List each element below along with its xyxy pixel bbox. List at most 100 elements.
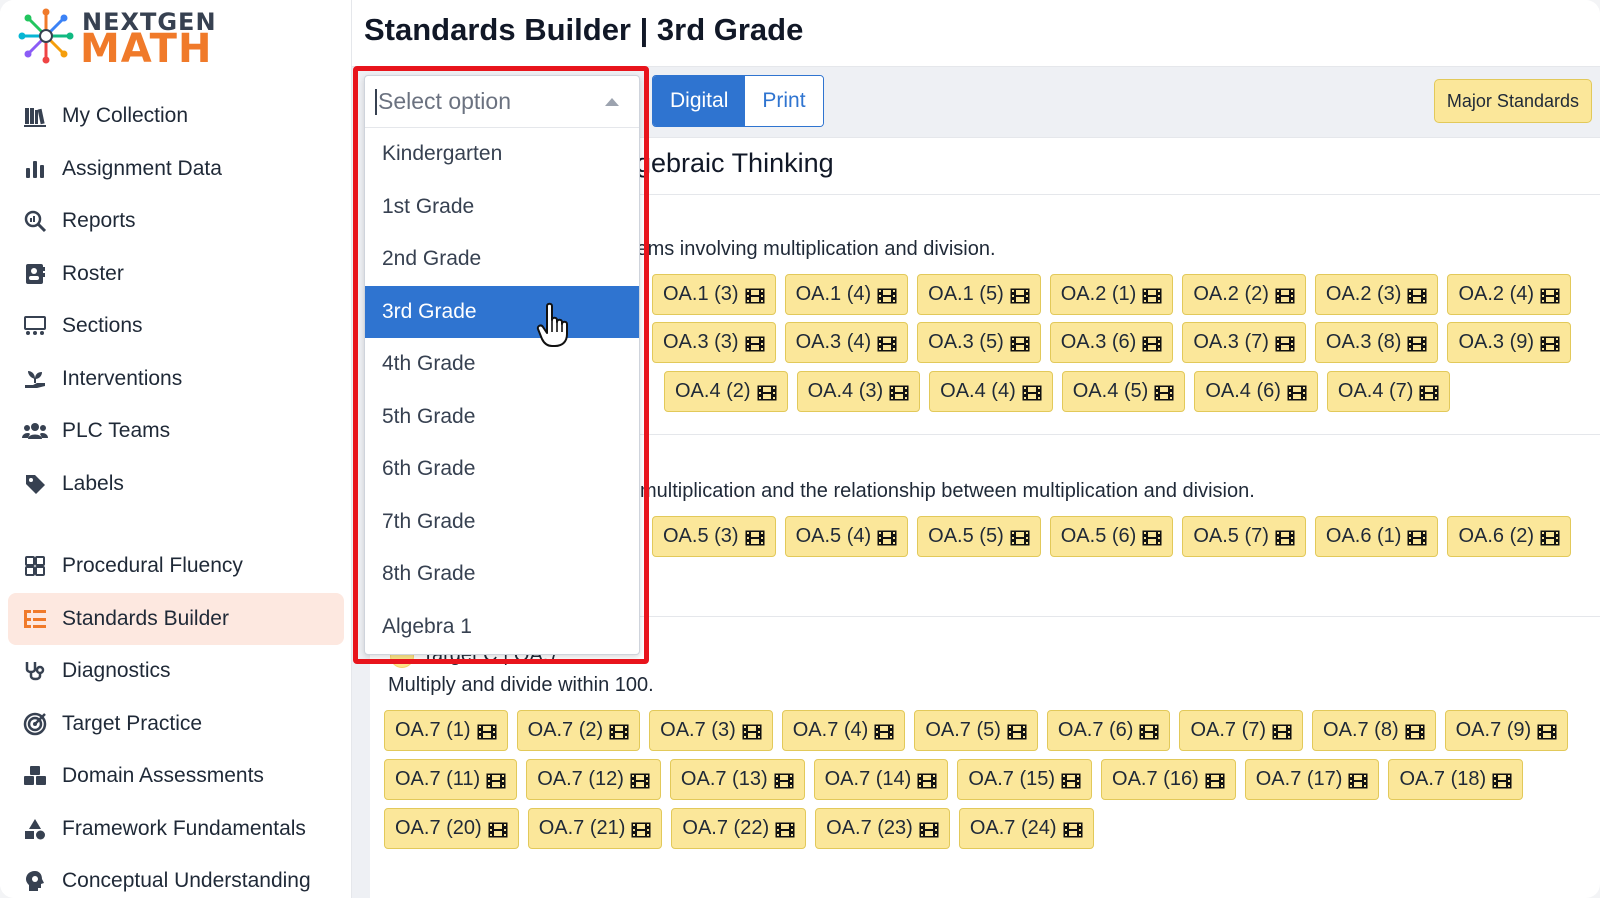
standard-chip[interactable]: OA.7 (22) [671,808,807,849]
sidebar-item-label: Diagnostics [62,659,171,683]
sidebar-item-conceptual-understanding[interactable]: Conceptual Understanding [8,855,344,898]
sidebar-item-standards-builder[interactable]: Standards Builder [8,592,344,645]
chip-row-2: OA.3 (3) OA.3 (4) OA.3 (5) OA.3 (6) OA.3 (7)… [652,322,1572,363]
standard-chip[interactable]: OA.2 (3) [1314,274,1439,315]
film-icon [1010,287,1030,303]
standard-chip[interactable]: OA.4 (6) [1194,371,1318,412]
sidebar-item-my-collection[interactable]: My Collection [8,90,344,143]
film-icon [1010,529,1030,545]
film-icon [477,723,497,739]
major-standards-button[interactable]: Major Standards [1433,79,1592,123]
sidebar-item-label: Standards Builder [62,606,229,630]
film-icon [1275,335,1295,351]
standard-chip[interactable]: OA.7 (2) [516,710,641,751]
film-icon [1540,287,1560,303]
standard-chip-label: OA.7 (13) [680,768,768,790]
sidebar-item-framework-fundamentals[interactable]: Framework Fundamentals [8,803,344,856]
standard-chip-label: OA.3 (5) [928,331,1004,353]
print-toggle-button[interactable]: Print [745,76,823,126]
logo[interactable]: NEXTGEN MATH [18,6,218,72]
standard-chip[interactable]: OA.6 (2) [1447,516,1572,557]
sidebar-item-interventions[interactable]: Interventions [8,353,344,406]
standard-chip[interactable]: OA.7 (13) [669,759,805,800]
film-icon [889,384,909,400]
standard-chip[interactable]: OA.7 (11) [384,759,518,800]
standard-chip[interactable]: OA.7 (4) [781,710,906,751]
sidebar-item-label: Roster [62,261,124,285]
standard-chip[interactable]: OA.3 (7) [1182,322,1306,363]
film-icon [1272,723,1292,739]
film-icon [1407,287,1427,303]
standard-chip[interactable]: OA.4 (2) [664,371,788,412]
standard-chip-label: OA.4 (5) [1072,380,1149,402]
standard-chip[interactable]: OA.5 (4) [784,516,909,557]
standard-chip[interactable]: OA.1 (5) [917,274,1041,315]
standard-chip[interactable]: OA.7 (1) [384,710,508,751]
standard-chip-label: OA.7 (22) [682,817,770,839]
sidebar-item-sections[interactable]: Sections [8,300,344,353]
sidebar-item-diagnostics[interactable]: Diagnostics [8,645,344,698]
standard-chip-label: OA.6 (2) [1458,525,1535,547]
sidebar-item-label: Conceptual Understanding [62,869,311,893]
film-icon [1061,772,1081,788]
standard-chip[interactable]: OA.3 (9) [1447,322,1572,363]
standard-chip[interactable]: OA.7 (9) [1444,710,1569,751]
film-icon [609,723,629,739]
standard-chip[interactable]: OA.1 (4) [784,274,909,315]
standard-chip[interactable]: OA.3 (6) [1049,322,1174,363]
sidebar-item-procedural-fluency[interactable]: Procedural Fluency [8,540,344,593]
standard-chip[interactable]: OA.7 (15) [957,759,1093,800]
standard-chip[interactable]: OA.4 (4) [929,371,1053,412]
sidebar-item-target-practice[interactable]: Target Practice [8,698,344,751]
standard-chip[interactable]: OA.3 (8) [1314,322,1439,363]
sidebar-item-domain-assessments[interactable]: Domain Assessments [8,750,344,803]
sections-icon [22,313,48,339]
standard-chip[interactable]: OA.7 (23) [815,808,950,849]
standard-chip[interactable]: OA.3 (5) [917,322,1041,363]
sidebar-item-roster[interactable]: Roster [8,248,344,301]
standard-chip[interactable]: OA.4 (5) [1061,371,1186,412]
standard-chip-label: OA.4 (7) [1337,380,1414,402]
standard-chip-label: OA.5 (4) [795,525,872,547]
sidebar: NEXTGEN MATH My Collection Assignment Da… [0,0,352,898]
standard-chip[interactable]: OA.2 (1) [1049,274,1174,315]
standard-chip-label: OA.7 (24) [969,817,1057,839]
sidebar-item-assignment-data[interactable]: Assignment Data [8,143,344,196]
standard-chip[interactable]: OA.3 (4) [784,322,909,363]
sidebar-item-plc-teams[interactable]: PLC Teams [8,405,344,458]
standard-chip[interactable]: OA.7 (24) [958,808,1094,849]
standard-chip[interactable]: OA.5 (5) [917,516,1041,557]
standard-chip[interactable]: OA.5 (3) [652,516,776,557]
standard-chip[interactable]: OA.7 (14) [813,759,949,800]
standard-chip[interactable]: OA.7 (5) [914,710,1038,751]
film-icon [1275,529,1295,545]
standard-chip[interactable]: OA.7 (17) [1244,759,1380,800]
standard-chip[interactable]: OA.7 (6) [1046,710,1171,751]
standard-chip[interactable]: OA.3 (3) [652,322,776,363]
standard-chip[interactable]: OA.7 (18) [1388,759,1524,800]
standard-chip[interactable]: OA.7 (21) [527,808,663,849]
film-icon [486,772,506,788]
view-mode-toggle: Digital Print [652,75,824,127]
standard-chip[interactable]: OA.4 (3) [796,371,921,412]
standard-chip[interactable]: OA.7 (16) [1101,759,1236,800]
standard-chip[interactable]: OA.7 (20) [384,808,519,849]
standard-chip[interactable]: OA.5 (6) [1049,516,1174,557]
sidebar-item-reports[interactable]: Reports [8,195,344,248]
digital-toggle-button[interactable]: Digital [653,76,746,126]
standard-chip[interactable]: OA.1 (3) [652,274,776,315]
sidebar-item-labels[interactable]: Labels [8,458,344,511]
standard-chip[interactable]: OA.4 (7) [1326,371,1451,412]
standard-chip-label: OA.1 (3) [663,283,739,305]
standard-chip[interactable]: OA.2 (4) [1447,274,1572,315]
standard-chip[interactable]: OA.7 (7) [1179,710,1304,751]
sidebar-item-label: Assignment Data [62,156,222,180]
standard-chip-label: OA.4 (6) [1205,380,1281,402]
standard-chip[interactable]: OA.7 (3) [649,710,773,751]
standard-chip[interactable]: OA.7 (8) [1312,710,1436,751]
standard-chip[interactable]: OA.5 (7) [1182,516,1306,557]
standard-chip[interactable]: OA.6 (1) [1314,516,1439,557]
standard-chip[interactable]: OA.2 (2) [1182,274,1306,315]
chip-row-7: OA.7 (20) OA.7 (21) OA.7 (22) OA.7 (23) OA.7… [384,808,1094,849]
standard-chip[interactable]: OA.7 (12) [526,759,661,800]
